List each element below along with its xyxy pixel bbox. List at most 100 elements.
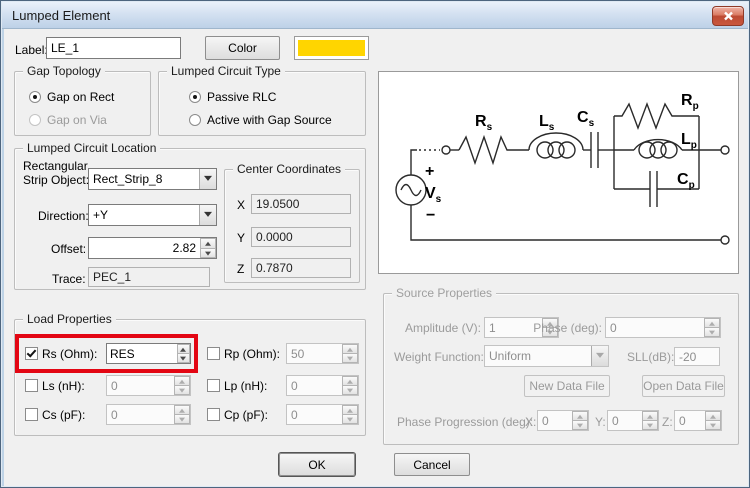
checkbox-cp[interactable] (207, 408, 220, 421)
spin-down-icon (572, 420, 588, 430)
strip-object-value: Rect_Strip_8 (89, 169, 199, 189)
label-field[interactable] (46, 37, 181, 59)
new-data-file-button: New Data File (524, 375, 610, 397)
spin-up-icon (572, 411, 588, 420)
color-button[interactable]: Color (205, 36, 280, 60)
group-title-source-properties: Source Properties (392, 286, 496, 300)
circuit-label-rp: Rp (681, 92, 699, 112)
open-data-file-button: Open Data File (642, 375, 725, 397)
group-load-properties: Load Properties Rs (Ohm): Rp (Ohm): 50 L… (14, 319, 366, 436)
color-swatch-fill (298, 40, 365, 56)
lp-value: 0 (287, 376, 342, 395)
radio-passive-rlc[interactable] (189, 91, 201, 103)
spin-down-icon (704, 327, 720, 337)
spin-down-icon (642, 420, 658, 430)
group-gap-topology: Gap Topology Gap on Rect Gap on Via (14, 71, 151, 136)
close-icon (723, 11, 734, 21)
spinner-buttons (704, 318, 720, 337)
spinner-buttons (174, 376, 190, 395)
spinner-buttons (177, 344, 190, 363)
spin-up-icon (342, 344, 358, 353)
coord-z-label: Z (237, 262, 244, 276)
cp-spinner: 0 (286, 404, 359, 425)
group-title-circuit-type: Lumped Circuit Type (167, 64, 285, 78)
window-title: Lumped Element (12, 8, 110, 23)
coord-y-field: 0.0000 (251, 227, 351, 247)
ok-button[interactable]: OK (279, 453, 355, 476)
radio-gap-on-via-label: Gap on Via (47, 113, 107, 127)
checkbox-ls-label[interactable]: Ls (nH): (42, 379, 85, 393)
radio-passive-rlc-label[interactable]: Passive RLC (207, 90, 276, 104)
phase-spinner: 0 (605, 317, 721, 338)
spin-up-icon[interactable] (200, 238, 216, 248)
phase-prog-y-value: 0 (608, 411, 642, 430)
resistor-rs-icon (459, 137, 529, 163)
phase-prog-z-spinner: 0 (674, 410, 722, 431)
spin-down-icon[interactable] (200, 248, 216, 259)
circuit-label-cs: Cs (577, 109, 595, 129)
sll-field: -20 (674, 347, 720, 366)
phase-prog-x-spinner: 0 (537, 410, 589, 431)
cs-value: 0 (107, 405, 174, 424)
title-bar: Lumped Element (2, 2, 748, 29)
spin-up-icon (342, 405, 358, 414)
group-title-gap-topology: Gap Topology (23, 64, 105, 78)
checkbox-lp-label[interactable]: Lp (nH): (224, 379, 267, 393)
label-input[interactable] (51, 41, 176, 55)
circuit-diagram: Rs Ls Cs Rp Lp Cp + Vs − (379, 72, 738, 273)
spinner-buttons (642, 411, 658, 430)
checkbox-cs-label[interactable]: Cs (pF): (42, 408, 85, 422)
offset-spinner[interactable]: 2.82 (88, 237, 217, 259)
checkbox-rs[interactable] (25, 347, 38, 360)
group-circuit-location: Lumped Circuit Location Rectangular Stri… (14, 148, 366, 290)
spin-up-icon[interactable] (177, 344, 190, 353)
group-center-coordinates: Center Coordinates X 19.0500 Y 0.0000 Z … (224, 169, 360, 283)
circuit-label-ls: Ls (539, 113, 555, 133)
strip-object-label-line1: Rectangular (23, 159, 88, 173)
rp-value: 50 (287, 344, 342, 363)
direction-select[interactable]: +Y (88, 204, 217, 226)
coord-x-label: X (237, 198, 245, 212)
group-title-load-properties: Load Properties (23, 312, 116, 326)
group-title-circuit-location: Lumped Circuit Location (23, 141, 160, 155)
phase-prog-x-label: X: (525, 415, 536, 429)
checkbox-lp[interactable] (207, 379, 220, 392)
checkbox-rp[interactable] (207, 347, 220, 360)
input-terminal-icon (442, 146, 450, 154)
group-title-center-coordinates: Center Coordinates (233, 162, 345, 176)
ls-value: 0 (107, 376, 174, 395)
spinner-buttons (342, 405, 358, 424)
direction-label: Direction: (38, 209, 89, 223)
radio-active-gap-source[interactable] (189, 114, 201, 126)
output-terminal-bottom-icon (721, 236, 729, 244)
checkbox-ls[interactable] (25, 379, 38, 392)
radio-gap-on-rect-label[interactable]: Gap on Rect (47, 90, 114, 104)
circuit-panel: Rs Ls Cs Rp Lp Cp + Vs − (378, 71, 739, 274)
checkbox-cp-label[interactable]: Cp (pF): (224, 408, 268, 422)
checkbox-rp-label[interactable]: Rp (Ohm): (224, 347, 280, 361)
weight-function-select: Uniform (484, 345, 609, 367)
weight-function-value: Uniform (485, 346, 591, 366)
close-button[interactable] (712, 6, 744, 26)
spin-down-icon[interactable] (177, 353, 190, 363)
phase-prog-x-value: 0 (538, 411, 572, 430)
radio-gap-on-rect[interactable] (29, 91, 41, 103)
rs-value-input[interactable] (107, 344, 177, 363)
rs-spinner[interactable] (106, 343, 191, 364)
spin-up-icon (642, 411, 658, 420)
cancel-button[interactable]: Cancel (394, 453, 470, 476)
chevron-down-icon[interactable] (199, 205, 216, 225)
capacitor-cs-icon (591, 132, 598, 168)
phase-prog-z-value: 0 (675, 411, 705, 430)
checkbox-rs-label[interactable]: Rs (Ohm): (42, 347, 97, 361)
checkbox-cs[interactable] (25, 408, 38, 421)
chevron-down-icon[interactable] (199, 169, 216, 189)
spin-up-icon (705, 411, 721, 420)
spin-down-icon (705, 420, 721, 430)
radio-active-gap-source-label[interactable]: Active with Gap Source (207, 113, 332, 127)
spinner-buttons (200, 238, 216, 258)
spin-up-icon (174, 405, 190, 414)
strip-object-select[interactable]: Rect_Strip_8 (88, 168, 217, 190)
spin-up-icon (704, 318, 720, 327)
circuit-label-cp: Cp (677, 171, 695, 191)
